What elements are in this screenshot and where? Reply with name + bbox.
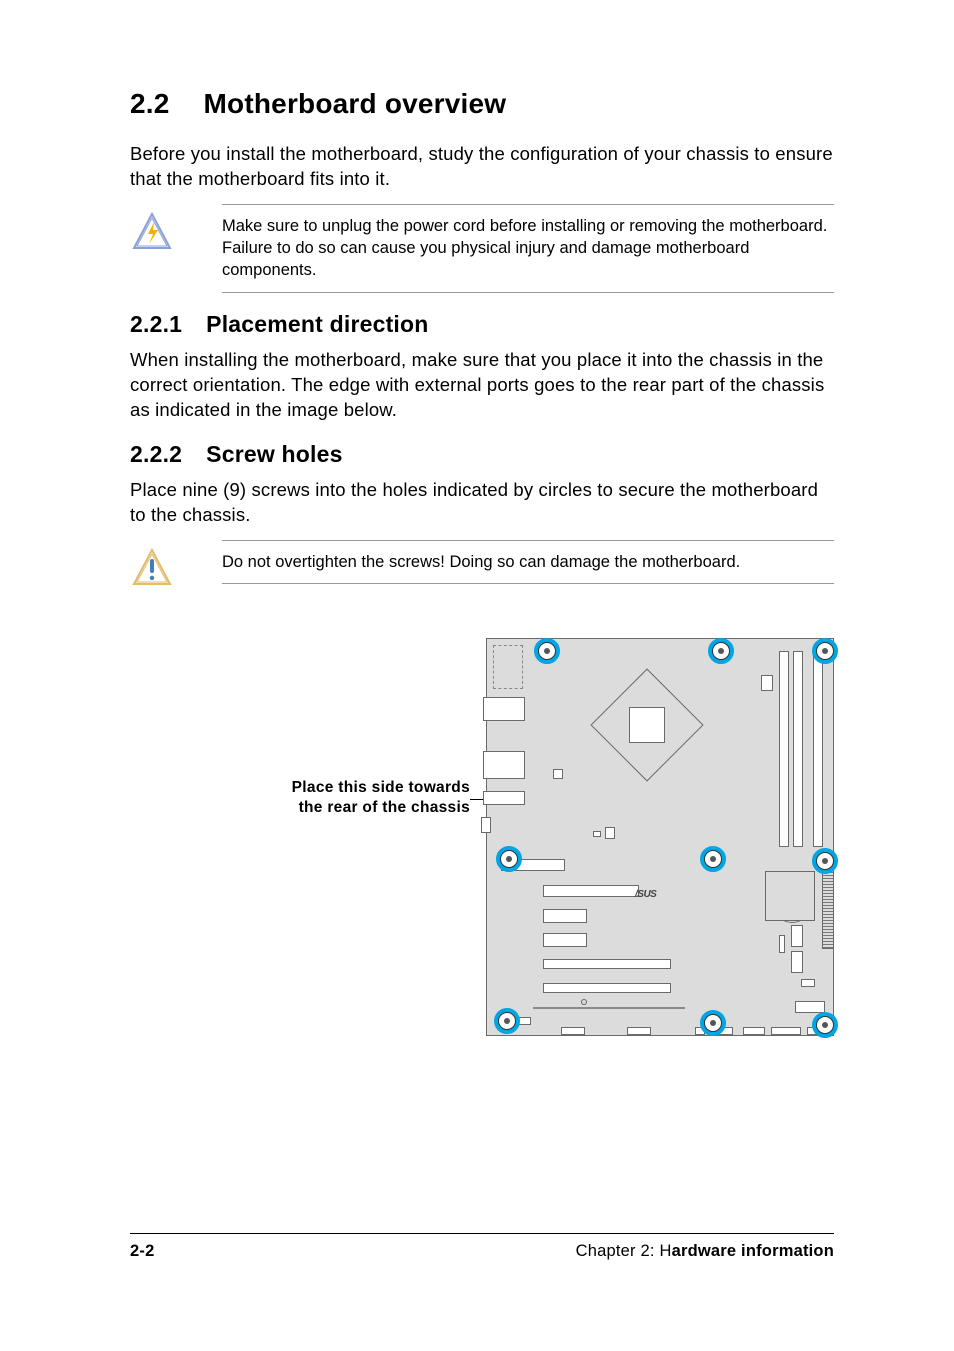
cpu-socket-inner bbox=[629, 707, 665, 743]
page-footer: 2-2 Chapter 2: Hardware information bbox=[130, 1233, 834, 1261]
screw-hole-3 bbox=[815, 641, 835, 661]
screw-hole-7 bbox=[497, 1011, 517, 1031]
slot-row-c2 bbox=[543, 933, 587, 947]
chip-g bbox=[801, 979, 815, 987]
chip-a bbox=[553, 769, 563, 779]
page-number: 2-2 bbox=[130, 1242, 154, 1261]
slot-row-b bbox=[543, 885, 639, 897]
subsection-title-2: Screw holes bbox=[206, 441, 342, 467]
rear-port-block-3 bbox=[483, 791, 525, 805]
diagram-label-line2: the rear of the chassis bbox=[292, 798, 470, 818]
section-number: 2.2 bbox=[130, 88, 170, 120]
chip-b bbox=[605, 827, 615, 839]
rear-port-block-1 bbox=[483, 697, 525, 721]
dimm-clip bbox=[761, 675, 773, 691]
motherboard-outline: /SUS bbox=[486, 638, 834, 1036]
screw-hole-1 bbox=[537, 641, 557, 661]
rear-port-block-2 bbox=[483, 751, 525, 779]
paragraph-1: When installing the motherboard, make su… bbox=[130, 348, 834, 423]
screw-hole-5 bbox=[703, 849, 723, 869]
danger-callout-text: Make sure to unplug the power cord befor… bbox=[222, 204, 834, 293]
lightning-icon bbox=[130, 212, 174, 256]
chip-c bbox=[593, 831, 601, 837]
caution-callout: Do not overtighten the screws! Doing so … bbox=[130, 540, 834, 584]
dimm-slot-1 bbox=[779, 651, 789, 847]
motherboard-diagram: Place this side towards the rear of the … bbox=[130, 638, 834, 1078]
screw-hole-2 bbox=[711, 641, 731, 661]
chip-e bbox=[791, 925, 803, 947]
chip-f bbox=[791, 951, 803, 973]
slot-row-f-line bbox=[533, 1007, 685, 1009]
header-b5 bbox=[743, 1027, 765, 1035]
slot-row-e bbox=[543, 983, 671, 993]
rear-port-notch bbox=[481, 817, 491, 833]
chip-d bbox=[779, 935, 785, 953]
screw-hole-4 bbox=[499, 849, 519, 869]
chapter-rest: ardware information bbox=[672, 1242, 834, 1260]
caution-callout-text: Do not overtighten the screws! Doing so … bbox=[222, 540, 834, 584]
screw-hole-9 bbox=[815, 1015, 835, 1035]
chapter-prefix: Chapter 2: H bbox=[576, 1242, 672, 1260]
intro-paragraph: Before you install the motherboard, stud… bbox=[130, 142, 834, 192]
subsection-title-1: Placement direction bbox=[206, 311, 428, 337]
chapter-label: Chapter 2: Hardware information bbox=[576, 1242, 834, 1261]
danger-callout: Make sure to unplug the power cord befor… bbox=[130, 204, 834, 293]
header-b1 bbox=[561, 1027, 585, 1035]
header-b6 bbox=[771, 1027, 801, 1035]
subsection-number-2: 2.2.2 bbox=[130, 441, 182, 468]
screw-hole-8 bbox=[703, 1013, 723, 1033]
diagram-side-label: Place this side towards the rear of the … bbox=[292, 778, 470, 818]
section-heading: 2.2 Motherboard overview bbox=[130, 88, 834, 120]
section-title: Motherboard overview bbox=[204, 88, 507, 119]
brand-mark: /SUS bbox=[635, 889, 656, 900]
dimm-slot-3 bbox=[813, 651, 823, 847]
small-hole bbox=[581, 999, 587, 1005]
slot-row-c1 bbox=[543, 909, 587, 923]
chipset-1 bbox=[765, 871, 815, 921]
subsection-number-1: 2.2.1 bbox=[130, 311, 182, 338]
chip-h bbox=[795, 1001, 825, 1013]
screw-hole-6 bbox=[815, 851, 835, 871]
dimm-slot-2 bbox=[793, 651, 803, 847]
slot-row-d bbox=[543, 959, 671, 969]
subsection-heading-2: 2.2.2 Screw holes bbox=[130, 441, 834, 468]
diagram-label-line1: Place this side towards bbox=[292, 778, 470, 798]
exclamation-icon bbox=[130, 548, 174, 592]
subsection-heading-1: 2.2.1 Placement direction bbox=[130, 311, 834, 338]
rear-port-dashed bbox=[493, 645, 523, 689]
header-b2 bbox=[627, 1027, 651, 1035]
paragraph-2: Place nine (9) screws into the holes ind… bbox=[130, 478, 834, 528]
